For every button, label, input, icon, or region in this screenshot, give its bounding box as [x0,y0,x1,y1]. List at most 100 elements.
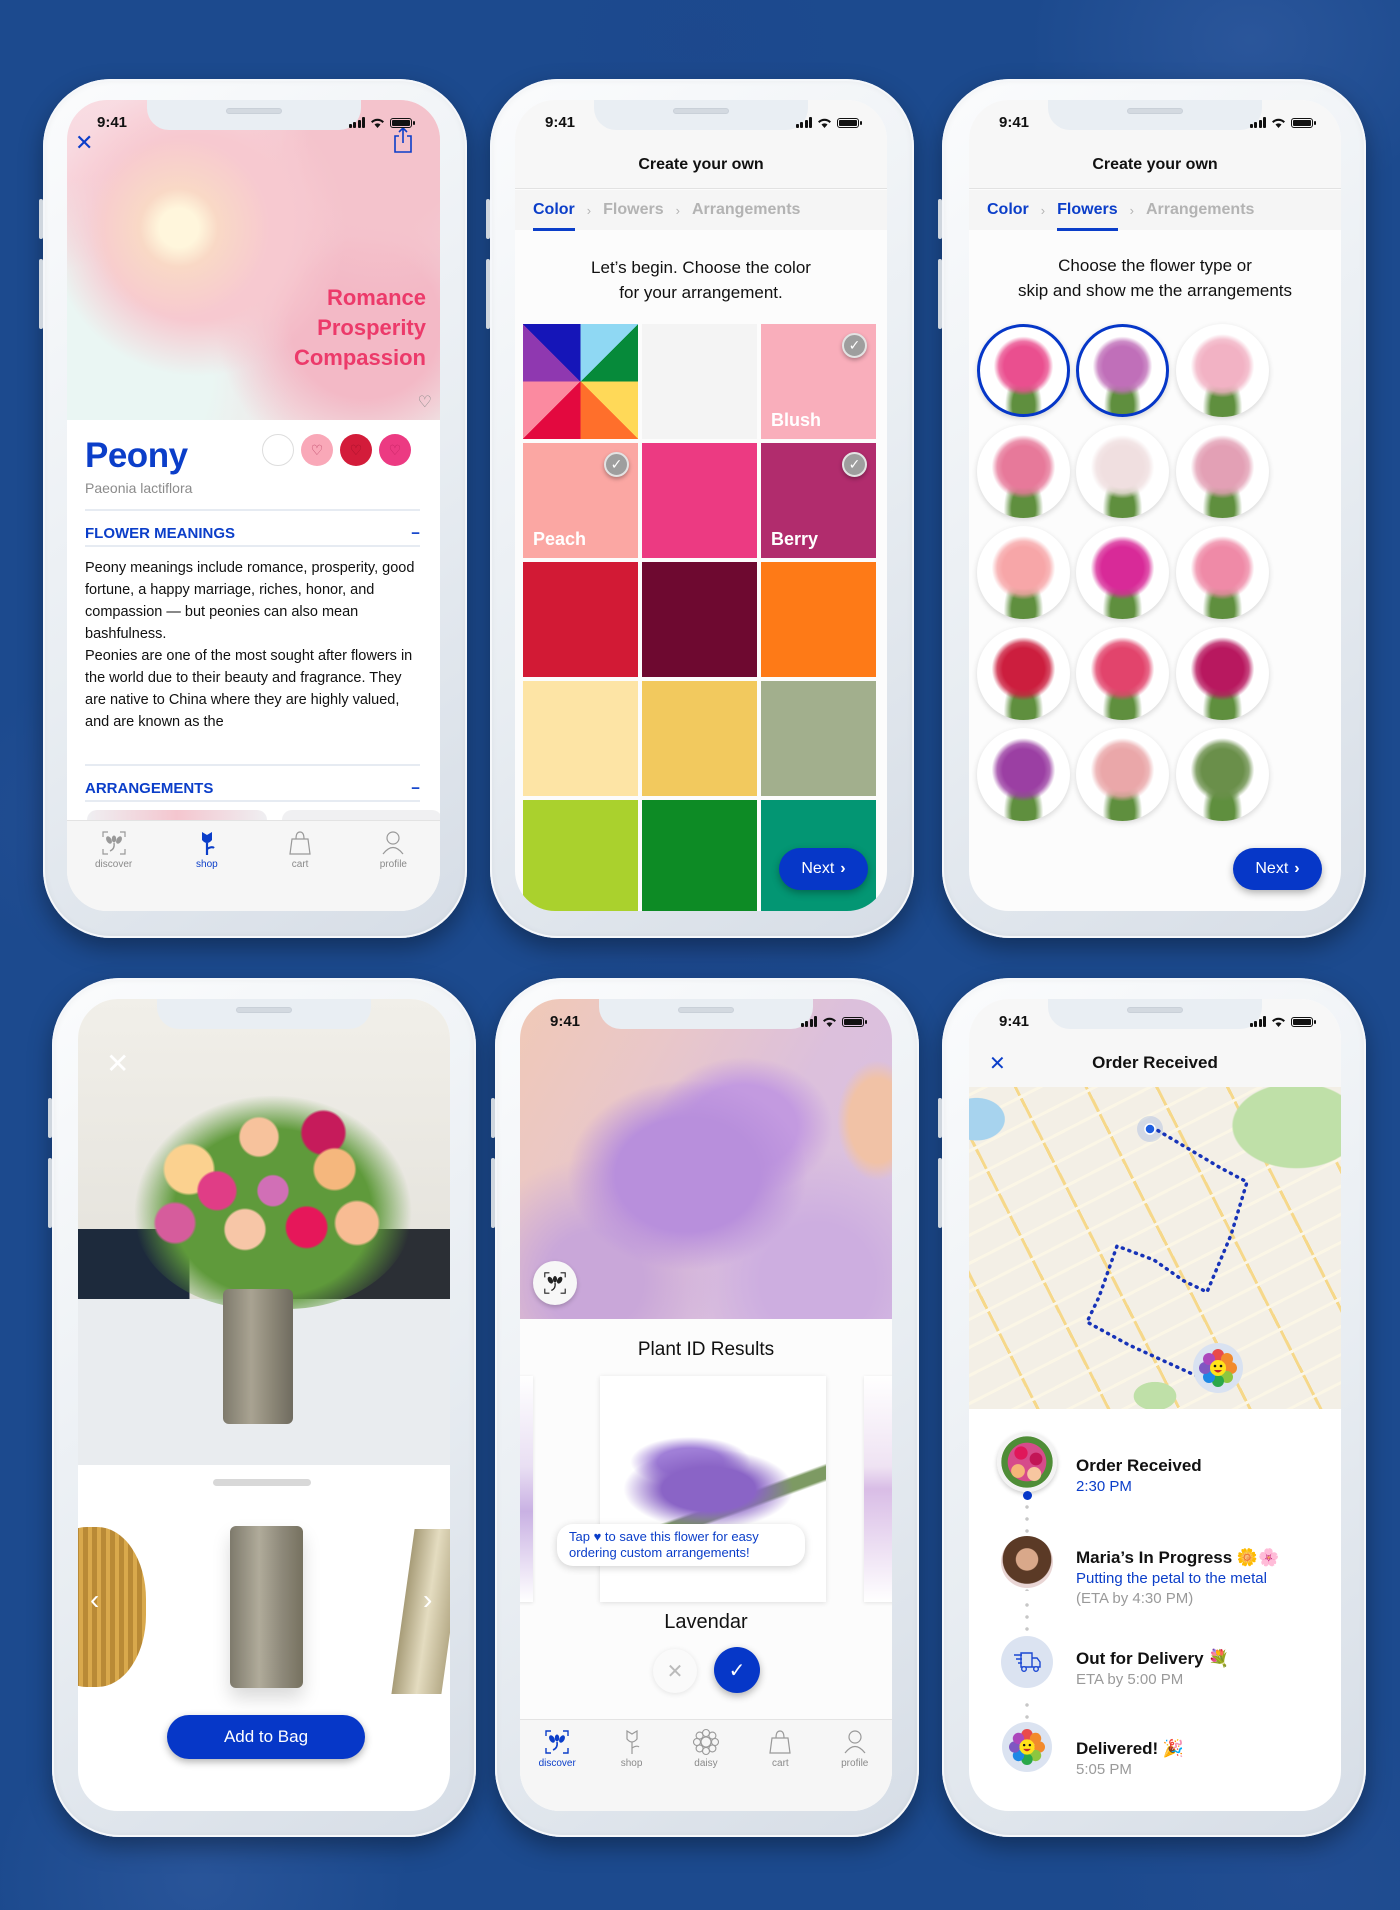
result-card-next[interactable] [864,1376,892,1602]
divider [85,509,420,511]
status-time: 9:41 [97,114,128,131]
chevron-right-icon[interactable]: › [423,1584,432,1616]
flower-grid [969,100,1341,911]
result-card-prev[interactable] [520,1376,533,1602]
tab-profile[interactable]: profile [825,1720,885,1811]
flower-option-magenta-gerbera[interactable] [1076,526,1169,619]
florist-avatar [1001,1536,1053,1588]
flower-option-snapdragon[interactable] [1076,728,1169,821]
color-swatch-burgundy[interactable] [642,562,757,677]
flower-option-pink-rose[interactable] [977,324,1070,417]
plant-scan-icon [544,1272,566,1294]
color-swatch-orange[interactable] [761,562,876,677]
tab-profile[interactable]: profile [363,821,423,911]
chevron-right-icon: › [840,860,846,877]
vase-option-champagne[interactable] [391,1529,450,1694]
screen-choose-flowers: 9:41 Create your own Color › Flowers › A… [969,100,1341,911]
scan-plant-button[interactable] [533,1261,577,1305]
color-swatch-white[interactable] [642,324,757,439]
next-label: Next [801,860,835,877]
color-swatch-sage[interactable] [761,681,876,796]
signal-icon [800,1016,817,1027]
results-title: Plant ID Results [637,1339,775,1360]
tab-label: daisy [694,1758,718,1769]
section-arrangements[interactable]: ARRANGEMENTS − [85,780,420,797]
signal-icon [795,117,812,128]
color-swatch-berry[interactable]: Berry ✓ [761,443,876,558]
favorite-heart-icon[interactable]: ♡ [418,392,432,412]
next-button[interactable]: Next › [779,848,868,890]
timeline-eta: (ETA by 4:30 PM) [1076,1590,1194,1607]
section-flower-meanings[interactable]: FLOWER MEANINGS − [85,525,420,542]
result-card-lavender[interactable] [600,1376,826,1602]
confirm-button[interactable]: ✓ [714,1647,760,1693]
status-time: 9:41 [545,114,576,131]
vase-option-selected[interactable] [230,1526,303,1688]
color-swatch-blush[interactable]: Blush ✓ [761,324,876,439]
flower-option-white-orchid[interactable] [1076,425,1169,518]
timeline-time: 5:05 PM [1076,1761,1132,1778]
timeline-subtitle: Putting the petal to the metal [1076,1570,1267,1587]
chevron-left-icon[interactable]: ‹ [90,1584,99,1616]
color-option-hot-pink[interactable]: ♡ [379,434,411,466]
tab-cart[interactable]: cart [270,821,330,911]
color-swatch-lime[interactable] [523,800,638,911]
screen-peony-detail: 9:41 ✕ Romance Prosperity Compassion ♡ P… [67,100,440,911]
tab-cart[interactable]: cart [750,1720,810,1811]
lavender-photo [520,999,892,1319]
flower-option-lisianthus[interactable] [1176,728,1269,821]
color-swatch-multicolor[interactable] [523,324,638,439]
section-title: FLOWER MEANINGS [85,525,235,542]
swatch-label: Blush [771,410,822,430]
flower-option-spray-rose[interactable] [1076,627,1169,720]
flower-option-magenta-stock[interactable] [1176,627,1269,720]
tab-discover[interactable]: discover [84,821,144,911]
color-swatch-red[interactable] [523,562,638,677]
status-bar: 9:41 [969,1013,1341,1033]
reject-button[interactable]: ✕ [653,1649,697,1693]
collapse-icon[interactable]: − [411,525,420,542]
color-option-red[interactable]: ♡ [340,434,372,466]
save-tip-tooltip: Tap ♥ to save this flower for easy order… [557,1524,805,1566]
next-label: Next [1255,860,1289,877]
add-to-bag-button[interactable]: Add to Bag [167,1715,365,1759]
flower-option-pink-gerbera[interactable] [977,526,1070,619]
vase-option-gold[interactable] [78,1527,146,1687]
swatch-label: Peach [533,529,587,549]
bouquet-image [133,1094,413,1309]
wifi-icon [1272,118,1285,128]
drag-handle[interactable] [213,1479,311,1486]
color-swatch-yellow[interactable] [642,681,757,796]
screen-choose-color: 9:41 Create your own Color › Flowers › A… [515,100,887,911]
flower-option-stargazer-lily[interactable] [977,425,1070,518]
status-bar: 9:41 [67,114,440,134]
collapse-icon[interactable]: − [411,780,420,797]
tab-shop[interactable]: shop [177,821,237,911]
color-swatch-peach[interactable]: Peach ✓ [523,443,638,558]
flower-option-lavender-rose[interactable] [1076,324,1169,417]
signal-icon [1249,1016,1266,1027]
screen-order-tracking: 9:41 ✕ Order Received Order Received 2:3… [969,999,1341,1811]
tab-label: discover [538,1758,576,1769]
flower-option-red-alstroemeria[interactable] [977,627,1070,720]
tab-shop[interactable]: shop [602,1720,662,1811]
battery-icon [837,117,862,128]
next-button[interactable]: Next › [1233,848,1322,890]
tab-discover[interactable]: discover [527,1720,587,1811]
tab-daisy[interactable]: daisy [676,1720,736,1811]
color-option-white[interactable] [262,434,294,466]
delivery-map[interactable] [969,1087,1341,1409]
tab-label: profile [841,1758,869,1769]
color-swatch-hot-pink[interactable] [642,443,757,558]
color-swatch-cream[interactable] [523,681,638,796]
color-option-pink[interactable]: ♡ [301,434,333,466]
close-icon[interactable]: ✕ [106,1047,129,1080]
color-swatch-green[interactable] [642,800,757,911]
flower-option-pink-alstroemeria[interactable] [1176,526,1269,619]
person-icon [844,1730,866,1754]
flower-option-purple-stock[interactable] [977,728,1070,821]
flower-option-pink-lily[interactable] [1176,324,1269,417]
bag-icon [769,1730,792,1754]
flower-option-pink-orchid[interactable] [1176,425,1269,518]
tab-bar: discover shop daisy cart profile [520,1719,892,1811]
